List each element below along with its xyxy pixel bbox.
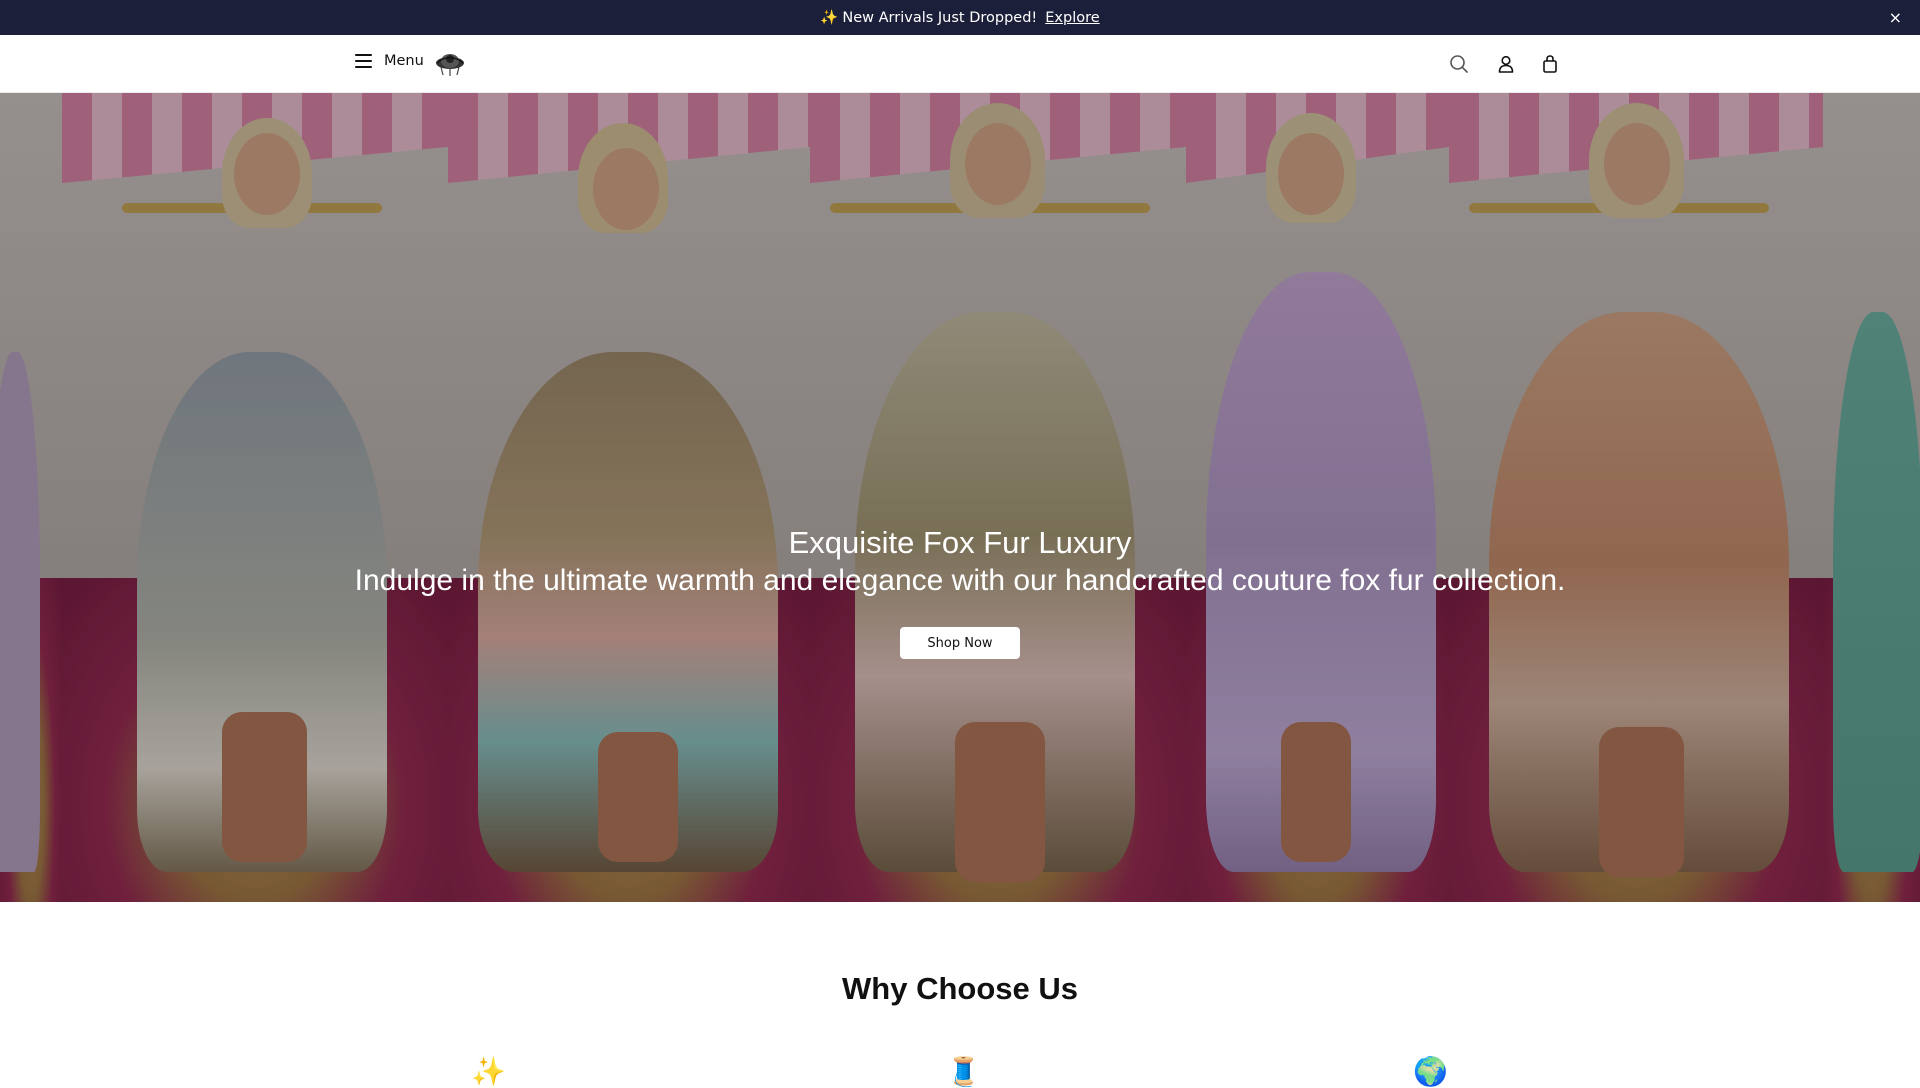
close-icon[interactable]: ×: [1889, 8, 1902, 27]
cart-icon[interactable]: [1539, 53, 1561, 75]
announcement-text: New Arrivals Just Dropped!: [842, 9, 1038, 26]
sparkles-icon: ✨: [820, 10, 839, 26]
globe-icon: 🌍: [1413, 1055, 1448, 1088]
section-title: Why Choose Us: [842, 971, 1078, 1006]
brand-logo[interactable]: [433, 48, 467, 78]
hero-subtitle: Indulge in the ultimate warmth and elega…: [354, 564, 1566, 597]
hero-overlay: [0, 93, 1920, 902]
explore-link[interactable]: Explore: [1045, 10, 1099, 26]
spool-of-thread-icon: 🧵: [946, 1055, 981, 1088]
hero-banner: Exquisite Fox Fur Luxury Indulge in the …: [0, 93, 1920, 902]
shop-now-button[interactable]: Shop Now: [900, 627, 1020, 659]
menu-label: Menu: [384, 53, 424, 69]
site-header: Menu: [0, 35, 1920, 93]
search-icon[interactable]: [1448, 53, 1470, 75]
announcement-bar: ✨ New Arrivals Just Dropped! Explore ×: [0, 0, 1920, 35]
account-icon[interactable]: [1495, 53, 1517, 75]
hamburger-icon: [355, 54, 372, 68]
sparkles-icon: ✨: [471, 1055, 506, 1088]
menu-button[interactable]: Menu: [355, 53, 424, 69]
hero-title: Exquisite Fox Fur Luxury: [788, 525, 1132, 560]
